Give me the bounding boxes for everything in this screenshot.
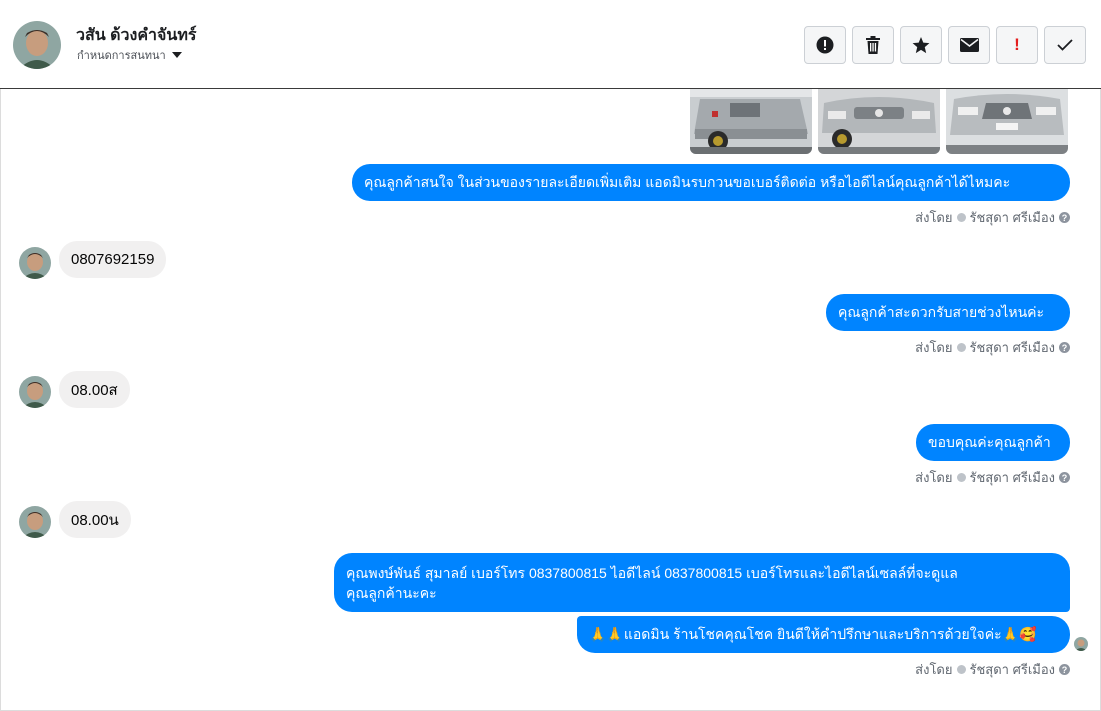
help-icon[interactable]: ? (1059, 342, 1070, 353)
help-icon[interactable]: ? (1059, 212, 1070, 223)
incoming-message[interactable]: 08.00ส (59, 371, 130, 408)
photo-attachments (690, 89, 1068, 154)
car-photo[interactable] (818, 89, 940, 154)
contact-avatar[interactable] (13, 21, 61, 69)
outgoing-message[interactable]: คุณลูกค้าสนใจ ในส่วนของรายละเอียดเพิ่มเต… (352, 164, 1070, 201)
agent-avatar (956, 473, 966, 482)
action-toolbar: ! (804, 26, 1086, 64)
message-text: 🙏🙏แอดมิน ร้านโชคคุณโชค ยินดีให้คำปรึกษาแ… (589, 625, 1037, 642)
sent-by-label: ส่งโดย (915, 662, 953, 677)
message-text-line: คุณพงษ์พันธ์ สุมาลย์ เบอร์โทร 0837800815… (346, 564, 958, 581)
contact-avatar-small[interactable] (19, 376, 51, 408)
seen-indicator-avatar (1074, 637, 1088, 651)
sent-by-info: ส่งโดย รัชสุดา ศรีเมือง ? (915, 337, 1070, 358)
delete-button[interactable] (852, 26, 894, 64)
report-button[interactable] (804, 26, 846, 64)
car-photo[interactable] (946, 89, 1068, 154)
trash-icon (866, 36, 880, 54)
contact-avatar-small[interactable] (19, 247, 51, 279)
agent-avatar (956, 213, 966, 222)
mark-done-button[interactable] (1044, 26, 1086, 64)
agent-avatar (956, 665, 966, 674)
outgoing-message[interactable]: คุณพงษ์พันธ์ สุมาลย์ เบอร์โทร 0837800815… (334, 553, 1070, 612)
contact-name[interactable]: วสัน ด้วงคำจันทร์ (76, 23, 196, 48)
alert-circle-icon (816, 36, 834, 54)
schedule-label: กำหนดการสนทนา (77, 50, 166, 62)
message-text: คุณลูกค้าสนใจ ในส่วนของรายละเอียดเพิ่มเต… (364, 173, 1011, 190)
help-icon[interactable]: ? (1059, 472, 1070, 483)
message-text: 08.00น (71, 511, 119, 529)
outgoing-message[interactable]: 🙏🙏แอดมิน ร้านโชคคุณโชค ยินดีให้คำปรึกษาแ… (577, 616, 1070, 653)
incoming-message[interactable]: 0807692159 (59, 241, 167, 278)
star-icon (912, 36, 930, 53)
agent-name[interactable]: รัชสุดา ศรีเมือง (970, 467, 1056, 488)
help-icon[interactable]: ? (1059, 664, 1070, 675)
sent-by-label: ส่งโดย (915, 210, 953, 225)
contact-avatar-small[interactable] (19, 506, 51, 538)
message-text-line: คุณลูกค้านะคะ (346, 584, 437, 601)
sent-by-info: ส่งโดย รัชสุดา ศรีเมือง ? (915, 467, 1070, 488)
caret-down-icon (171, 52, 182, 58)
conversation-header: วสัน ด้วงคำจันทร์ กำหนดการสนทนา ! (0, 0, 1101, 89)
check-icon (1057, 39, 1073, 51)
conversation-schedule-dropdown[interactable]: กำหนดการสนทนา (77, 46, 182, 64)
sent-by-info: ส่งโดย รัชสุดา ศรีเมือง ? (915, 207, 1070, 228)
mark-spam-button[interactable]: ! (996, 26, 1038, 64)
star-button[interactable] (900, 26, 942, 64)
incoming-message[interactable]: 08.00น (59, 501, 131, 538)
sent-by-label: ส่งโดย (915, 470, 953, 485)
message-text: 08.00ส (71, 381, 118, 399)
car-photo[interactable] (690, 89, 812, 154)
message-text: 0807692159 (71, 251, 155, 268)
sent-by-label: ส่งโดย (915, 340, 953, 355)
sent-by-info: ส่งโดย รัชสุดา ศรีเมือง ? (915, 659, 1070, 680)
agent-avatar (956, 343, 966, 352)
agent-name[interactable]: รัชสุดา ศรีเมือง (970, 659, 1056, 680)
mark-unread-button[interactable] (948, 26, 990, 64)
agent-name[interactable]: รัชสุดา ศรีเมือง (970, 337, 1056, 358)
outgoing-message[interactable]: คุณลูกค้าสะดวกรับสายช่วงไหนค่ะ (826, 294, 1070, 331)
exclamation-icon: ! (1014, 35, 1020, 54)
envelope-icon (959, 38, 979, 52)
agent-name[interactable]: รัชสุดา ศรีเมือง (970, 207, 1056, 228)
message-text: ขอบคุณค่ะคุณลูกค้า (928, 433, 1051, 450)
outgoing-message[interactable]: ขอบคุณค่ะคุณลูกค้า (916, 424, 1070, 461)
message-text: คุณลูกค้าสะดวกรับสายช่วงไหนค่ะ (838, 303, 1045, 320)
